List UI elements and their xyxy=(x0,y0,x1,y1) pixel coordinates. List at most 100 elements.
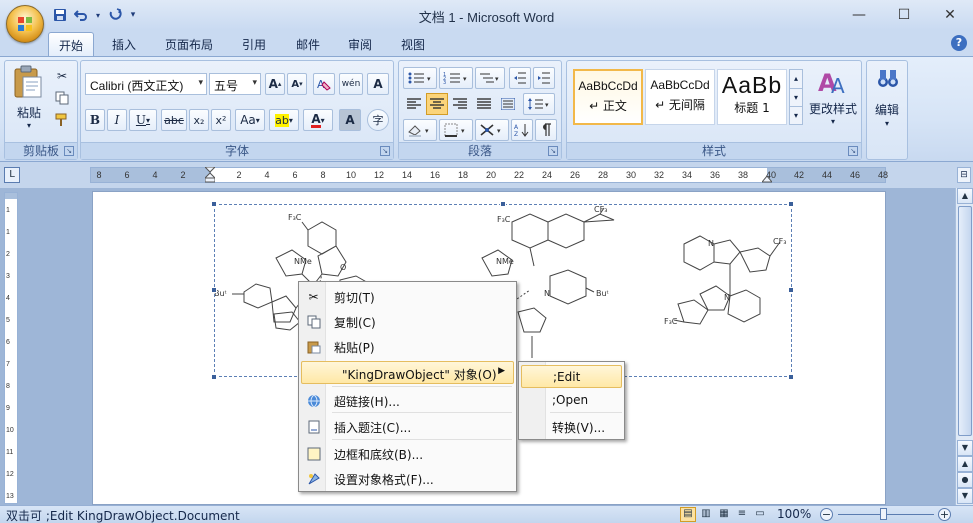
vertical-ruler[interactable]: 1 1 2 3 4 5 6 7 8 9 10 11 12 13 xyxy=(4,192,18,504)
menu-item-kingdraw-object[interactable]: "KingDrawObject" 对象(O) ▶ xyxy=(301,361,514,384)
chinese-layout-icon[interactable]: ▾ xyxy=(475,119,509,141)
strikethrough-button[interactable]: abc xyxy=(161,109,187,131)
highlight-button[interactable]: ab ▾ xyxy=(269,109,299,131)
menu-item-hyperlink[interactable]: 超链接(H)... xyxy=(301,389,514,412)
subscript-button[interactable]: x₂ xyxy=(189,109,209,131)
zoom-level[interactable]: 100% xyxy=(777,507,811,521)
copy-icon[interactable] xyxy=(51,87,73,109)
font-size-select[interactable]: 五号 ▾ xyxy=(209,73,261,95)
scrollbar-thumb[interactable] xyxy=(958,206,972,436)
change-styles-button[interactable]: A A 更改样式 ▾ xyxy=(807,65,859,139)
tab-review[interactable]: 审阅 xyxy=(338,32,382,56)
shading-icon[interactable]: ▾ xyxy=(403,119,437,141)
font-name-select[interactable]: Calibri (西文正文) ▾ xyxy=(85,73,207,95)
menu-item-paste[interactable]: 粘贴(P) xyxy=(301,335,514,358)
paste-button[interactable]: 粘贴 ▾ xyxy=(11,65,47,139)
menu-item-copy[interactable]: 复制(C) xyxy=(301,310,514,333)
styles-launcher-icon[interactable]: ↘ xyxy=(848,146,858,156)
maximize-button[interactable]: ☐ xyxy=(894,5,914,25)
justify-icon[interactable] xyxy=(473,93,495,115)
zoom-out-button[interactable]: − xyxy=(820,508,833,521)
cut-icon[interactable]: ✂ xyxy=(51,65,73,87)
style-no-spacing[interactable]: AaBbCcDd ↵ 无间隔 xyxy=(645,69,715,125)
italic-button[interactable]: I xyxy=(107,109,127,131)
style-heading-1[interactable]: AaBb 标题 1 xyxy=(717,69,787,125)
prev-page-icon[interactable]: ▲ xyxy=(957,456,973,472)
style-normal[interactable]: AaBbCcDd ↵ 正文 xyxy=(573,69,643,125)
resize-handle[interactable] xyxy=(211,374,217,380)
grow-font-button[interactable]: A ▴ xyxy=(265,73,285,95)
full-screen-reading-icon[interactable]: ▥ xyxy=(698,507,714,522)
align-right-icon[interactable] xyxy=(449,93,471,115)
font-color-button[interactable]: A ▾ xyxy=(303,109,333,131)
view-ruler-icon[interactable]: ⊟ xyxy=(957,167,971,183)
tab-view[interactable]: 视图 xyxy=(391,32,435,56)
phonetic-guide-button[interactable]: wén xyxy=(339,73,363,95)
clear-format-icon[interactable]: A xyxy=(313,73,335,95)
menu-item-format-object[interactable]: 设置对象格式(F)... xyxy=(301,467,514,490)
distribute-icon[interactable] xyxy=(497,93,519,115)
numbering-icon[interactable]: 1 2 3 ▾ xyxy=(439,67,473,89)
increase-indent-icon[interactable] xyxy=(533,67,555,89)
shrink-font-button[interactable]: A ▾ xyxy=(287,73,307,95)
scroll-down-icon[interactable]: ▾ xyxy=(790,88,802,106)
horizontal-ruler[interactable]: 8 6 4 2 2 4 6 8 10 12 14 16 18 20 22 24 26 28 30 32 34 36 38 40… xyxy=(90,167,888,183)
tab-references[interactable]: 引用 xyxy=(232,32,276,56)
draft-view-icon[interactable]: ▭ xyxy=(752,507,768,522)
submenu-item-open[interactable]: ;Open xyxy=(521,389,622,412)
underline-button[interactable]: U ▾ xyxy=(129,109,157,131)
indent-marker-icon[interactable] xyxy=(205,167,215,183)
resize-handle[interactable] xyxy=(211,287,217,293)
styles-gallery-scroll[interactable]: ▴ ▾ ▾ xyxy=(789,69,803,125)
menu-item-cut[interactable]: ✂ 剪切(T) xyxy=(301,285,514,308)
browse-object-icon[interactable]: ● xyxy=(957,472,973,488)
clipboard-launcher-icon[interactable]: ↘ xyxy=(64,146,74,156)
line-spacing-icon[interactable]: ▾ xyxy=(523,93,555,115)
submenu-item-edit[interactable]: ;Edit xyxy=(521,365,622,388)
resize-handle[interactable] xyxy=(788,201,794,207)
change-case-button[interactable]: Aa ▾ xyxy=(235,109,265,131)
scroll-up-icon[interactable]: ▴ xyxy=(790,70,802,88)
align-left-icon[interactable] xyxy=(403,93,425,115)
format-painter-icon[interactable] xyxy=(51,109,73,131)
zoom-in-button[interactable]: + xyxy=(938,508,951,521)
next-page-icon[interactable]: ▼ xyxy=(957,488,973,504)
scroll-down-icon[interactable]: ▼ xyxy=(957,440,973,456)
sort-icon[interactable]: AZ xyxy=(511,119,533,141)
char-shading-button[interactable]: A xyxy=(339,109,361,131)
multilevel-list-icon[interactable]: ▾ xyxy=(475,67,505,89)
resize-handle[interactable] xyxy=(500,201,506,207)
enclose-char-button[interactable]: 字 xyxy=(367,109,389,131)
editing-group[interactable]: 编辑 ▾ xyxy=(866,60,908,160)
help-icon[interactable]: ? xyxy=(951,35,967,51)
submenu-item-convert[interactable]: 转换(V)... xyxy=(521,415,622,438)
tab-selector[interactable]: L xyxy=(4,167,20,183)
office-button[interactable] xyxy=(6,5,44,43)
superscript-button[interactable]: x² xyxy=(211,109,231,131)
bullets-icon[interactable]: ▾ xyxy=(403,67,437,89)
menu-item-insert-caption[interactable]: 插入题注(C)... xyxy=(301,415,514,438)
char-border-button[interactable]: A xyxy=(367,73,389,95)
resize-handle[interactable] xyxy=(788,374,794,380)
decrease-indent-icon[interactable] xyxy=(509,67,531,89)
vertical-scrollbar[interactable]: ▲ ▼ ▲ ● ▼ xyxy=(955,188,973,505)
bold-button[interactable]: B xyxy=(85,109,105,131)
close-button[interactable]: ✕ xyxy=(940,5,960,25)
tab-home[interactable]: 开始 xyxy=(48,32,95,56)
font-launcher-icon[interactable]: ↘ xyxy=(380,146,390,156)
menu-item-borders-shading[interactable]: 边框和底纹(B)... xyxy=(301,442,514,465)
resize-handle[interactable] xyxy=(211,201,217,207)
show-marks-icon[interactable] xyxy=(535,119,557,141)
minimize-button[interactable]: — xyxy=(849,5,869,25)
paragraph-launcher-icon[interactable]: ↘ xyxy=(548,146,558,156)
tab-page-layout[interactable]: 页面布局 xyxy=(155,32,223,56)
scroll-up-icon[interactable]: ▲ xyxy=(957,188,973,204)
outline-view-icon[interactable]: ≡ xyxy=(734,507,750,522)
right-indent-marker-icon[interactable] xyxy=(762,175,772,183)
web-layout-icon[interactable]: ▦ xyxy=(716,507,732,522)
zoom-slider-thumb[interactable] xyxy=(880,508,887,520)
tab-insert[interactable]: 插入 xyxy=(102,32,146,56)
gallery-more-icon[interactable]: ▾ xyxy=(790,106,802,124)
borders-icon[interactable]: ▾ xyxy=(439,119,473,141)
print-layout-icon[interactable]: ▤ xyxy=(680,507,696,522)
